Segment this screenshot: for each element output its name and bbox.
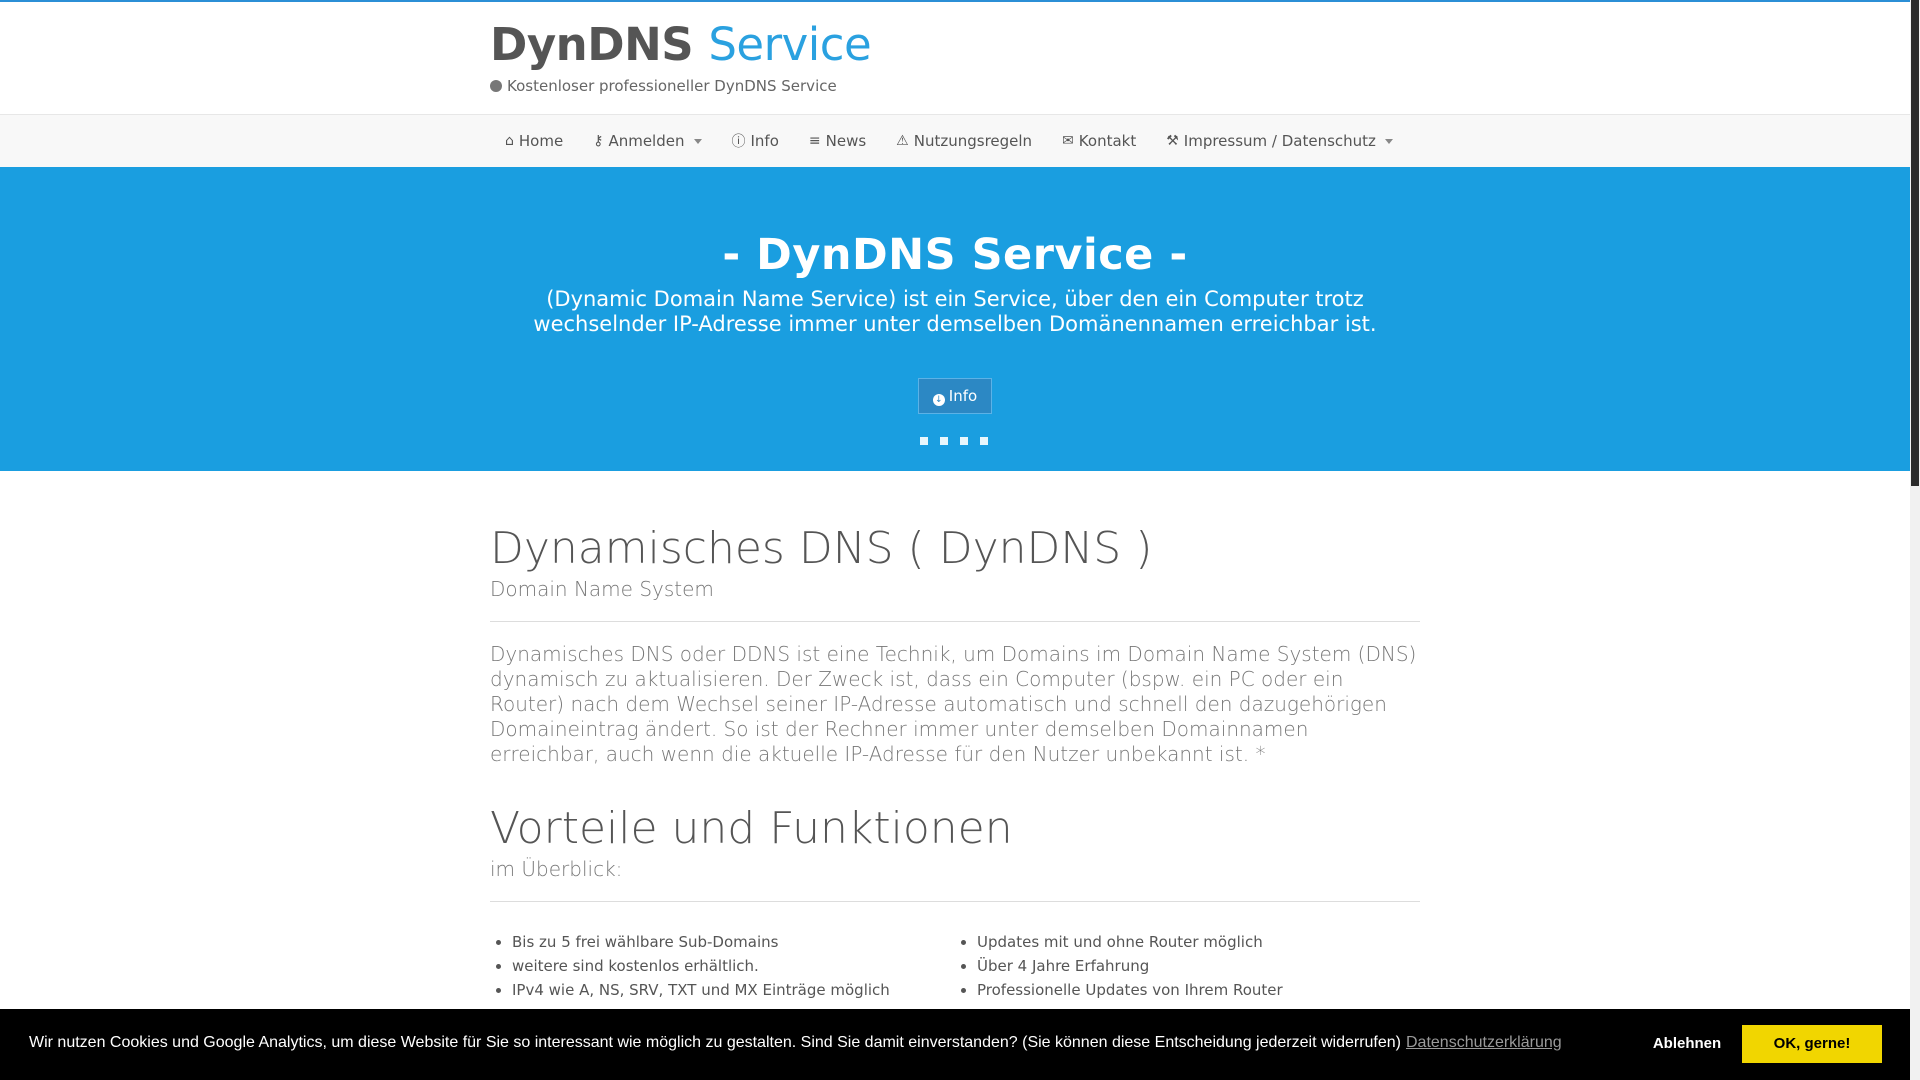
feature-item: Bis zu 5 frei wählbare Sub-Domains bbox=[512, 930, 955, 954]
section-subtitle-overview: im Überblick: bbox=[490, 857, 623, 881]
nav-item-impressum-datenschutz[interactable]: ⚒ Impressum / Datenschutz bbox=[1151, 115, 1408, 167]
scrollbar-thumb[interactable] bbox=[1911, 0, 1919, 486]
carousel-indicator[interactable] bbox=[920, 437, 928, 445]
feature-item: IPv4 wie A, NS, SRV, TXT und MX Einträge… bbox=[512, 978, 955, 1002]
nav-item-anmelden[interactable]: ⚷ Anmelden bbox=[578, 115, 716, 167]
carousel-indicator[interactable] bbox=[940, 437, 948, 445]
wrench-icon: ⚒ bbox=[1166, 133, 1179, 149]
list-icon: ≡ bbox=[808, 133, 821, 149]
hero-title: - DynDNS Service - bbox=[722, 230, 1188, 280]
features-right-list: Updates mit und ohne Router möglichÜber … bbox=[955, 930, 1420, 1002]
section-title-features: Vorteile und Funktionen bbox=[490, 803, 1013, 854]
nav-item-label: Anmelden bbox=[608, 132, 685, 150]
globe-icon bbox=[490, 80, 502, 92]
warning-icon: ⚠ bbox=[896, 133, 909, 149]
tagline-text: Kostenloser professioneller DynDNS Servi… bbox=[507, 77, 837, 95]
section-divider bbox=[490, 901, 1420, 902]
feature-item: Professionelle Updates von Ihrem Router bbox=[977, 978, 1420, 1002]
main-content: Dynamisches DNS ( DynDNS ) Domain Name S… bbox=[490, 471, 1420, 1002]
feature-item: Updates mit und ohne Router möglich bbox=[977, 930, 1420, 954]
caret-down-icon bbox=[693, 138, 702, 144]
section-lead-text: Dynamisches DNS oder DDNS ist eine Techn… bbox=[490, 642, 1417, 766]
brand-main: DynDNS bbox=[490, 18, 694, 71]
cookie-consent-bar: Wir nutzen Cookies und Google Analytics,… bbox=[0, 1009, 1910, 1080]
page-viewport: DynDNS Service Kostenloser professionell… bbox=[0, 0, 1910, 1080]
carousel-indicator[interactable] bbox=[960, 437, 968, 445]
hero-info-button[interactable]: ↓ Info bbox=[918, 378, 992, 414]
features-left-column: Bis zu 5 frei wählbare Sub-Domainsweiter… bbox=[490, 930, 955, 1002]
privacy-policy-link[interactable]: Datenschutzerklärung bbox=[1406, 1034, 1562, 1052]
hero-text: (Dynamic Domain Name Service) ist ein Se… bbox=[533, 287, 1377, 336]
info-circle-icon: ⓘ bbox=[731, 134, 746, 150]
cookie-message: Wir nutzen Cookies und Google Analytics,… bbox=[29, 1034, 1401, 1051]
feature-item: weitere sind kostenlos erhältlich. bbox=[512, 954, 955, 978]
section-subtitle-dns: Domain Name System bbox=[490, 577, 714, 601]
hero-carousel: - DynDNS Service - (Dynamic Domain Name … bbox=[0, 167, 1910, 471]
section-divider bbox=[490, 621, 1420, 622]
key-icon: ⚷ bbox=[593, 133, 604, 149]
nav-item-label: Nutzungsregeln bbox=[913, 132, 1033, 150]
nav-item-label: Home bbox=[518, 132, 564, 150]
features-columns: Bis zu 5 frei wählbare Sub-Domainsweiter… bbox=[490, 930, 1420, 1002]
feature-item: Über 4 Jahre Erfahrung bbox=[977, 954, 1420, 978]
carousel-indicator[interactable] bbox=[980, 437, 988, 445]
nav-item-label: Kontakt bbox=[1078, 132, 1137, 150]
nav-item-info[interactable]: ⓘ Info bbox=[717, 115, 794, 167]
nav-item-news[interactable]: ≡ News bbox=[794, 115, 881, 167]
nav-item-label: News bbox=[825, 132, 867, 150]
arrow-circle-down-icon: ↓ bbox=[932, 394, 945, 406]
page-scrollbar[interactable] bbox=[1910, 0, 1920, 1080]
carousel-indicators bbox=[920, 437, 988, 445]
features-right-column: Updates mit und ohne Router möglichÜber … bbox=[955, 930, 1420, 1002]
site-tagline: Kostenloser professioneller DynDNS Servi… bbox=[490, 77, 837, 95]
caret-down-icon bbox=[1384, 138, 1393, 144]
home-icon: ⌂ bbox=[505, 133, 514, 149]
cookie-accept-button[interactable]: OK, gerne! bbox=[1742, 1025, 1882, 1063]
cookie-decline-button[interactable]: Ablehnen bbox=[1630, 1025, 1744, 1063]
hero-info-button-label: Info bbox=[948, 387, 978, 405]
features-left-list: Bis zu 5 frei wählbare Sub-Domainsweiter… bbox=[490, 930, 955, 1002]
nav-item-kontakt[interactable]: ✉ Kontakt bbox=[1047, 115, 1151, 167]
main-navbar: ⌂ Home ⚷ Anmelden ⓘ Info ≡ News ⚠ Nutzungsregeln ✉… bbox=[0, 115, 1910, 168]
nav-menu: ⌂ Home ⚷ Anmelden ⓘ Info ≡ News ⚠ Nutzungsregeln ✉… bbox=[490, 115, 1408, 167]
envelope-icon: ✉ bbox=[1062, 133, 1074, 149]
site-brand[interactable]: DynDNS Service bbox=[490, 18, 872, 71]
brand-accent: Service bbox=[708, 18, 872, 71]
section-title-dyndns: Dynamisches DNS ( DynDNS ) bbox=[490, 523, 1153, 574]
nav-item-label: Info bbox=[750, 132, 779, 150]
site-header: DynDNS Service Kostenloser professionell… bbox=[0, 2, 1910, 115]
nav-item-label: Impressum / Datenschutz bbox=[1183, 132, 1376, 150]
nav-item-nutzungsregeln[interactable]: ⚠ Nutzungsregeln bbox=[881, 115, 1047, 167]
nav-item-home[interactable]: ⌂ Home bbox=[490, 115, 578, 167]
